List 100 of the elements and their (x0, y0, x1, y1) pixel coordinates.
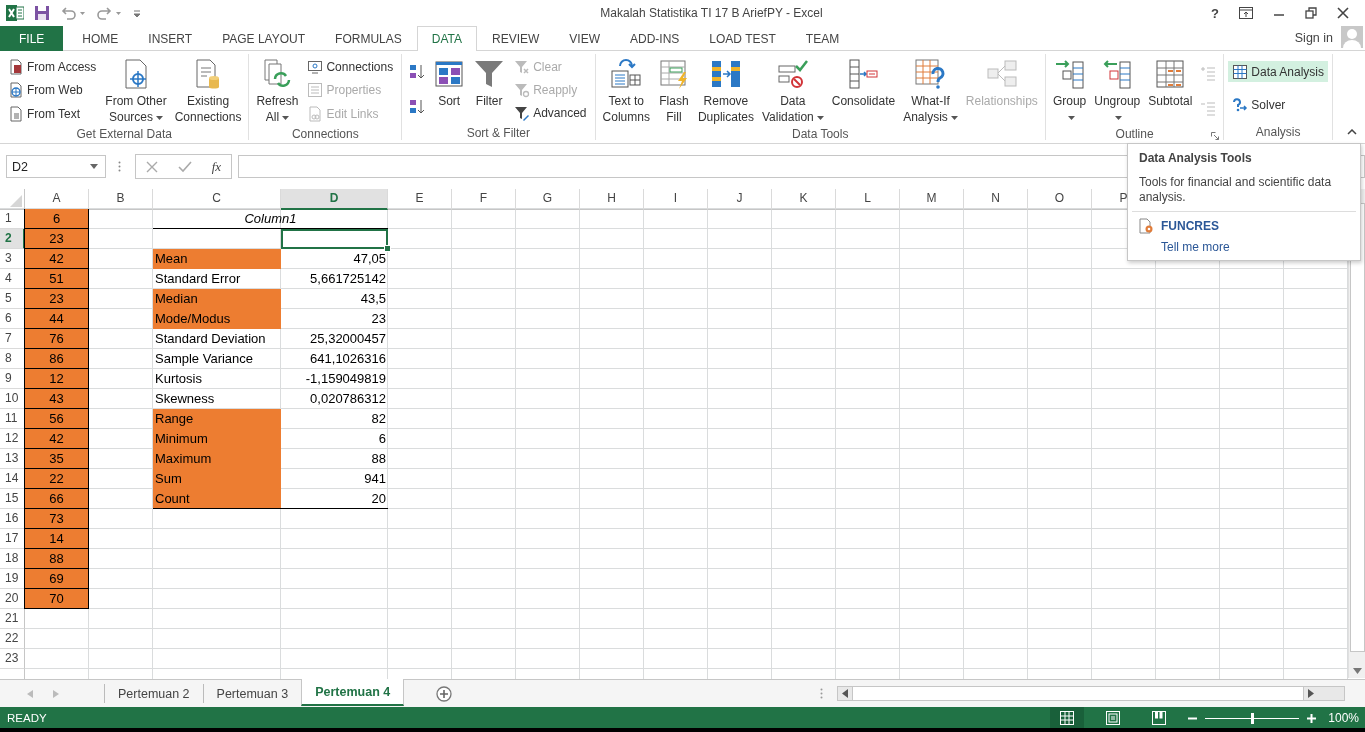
insert-function-button[interactable]: fx (211, 158, 222, 175)
table-cell: 76 (25, 329, 89, 349)
column-header[interactable]: N (964, 189, 1028, 210)
ribbon-button[interactable]: Solver (1228, 94, 1328, 116)
column-header[interactable]: F (452, 189, 516, 210)
add-sheet-icon[interactable] (436, 685, 453, 702)
view-button[interactable] (1050, 707, 1085, 728)
ribbon-button[interactable]: Refresh All (253, 56, 302, 127)
spreadsheet-logo-icon[interactable] (6, 4, 24, 22)
row-header[interactable]: 2 (0, 229, 25, 249)
help-button[interactable]: ? (1211, 5, 1219, 21)
ribbon-button[interactable]: Data Validation (758, 56, 827, 127)
group-label: Analysis (1255, 124, 1301, 139)
ribbon-tab[interactable]: FILE (0, 26, 64, 51)
ribbon-tab[interactable]: INSERT (133, 26, 208, 51)
dialog-launcher-icon[interactable] (1211, 132, 1220, 140)
column-header[interactable]: E (388, 189, 452, 210)
ribbon-button[interactable]: From Access (4, 56, 101, 78)
ribbon-button[interactable]: From Other Sources (102, 56, 170, 127)
save-icon[interactable] (34, 5, 50, 21)
table-cell-text: 641,1026316 (309, 350, 387, 368)
ribbon-button[interactable]: Connections (303, 56, 398, 78)
column-header[interactable]: I (644, 189, 708, 210)
ribbon-button[interactable]: Remove Duplicates (694, 56, 757, 127)
undo-icon[interactable] (60, 5, 86, 21)
sign-in-link[interactable]: Sign in (1286, 26, 1341, 50)
collapse-ribbon-icon[interactable] (1347, 129, 1357, 135)
ungroup-rows-icon (1101, 58, 1134, 90)
ribbon-button[interactable]: Subtotal (1145, 56, 1196, 111)
tell-me-more-link[interactable]: Tell me more (1128, 240, 1230, 254)
table-cell: 42 (25, 249, 89, 269)
sheet-tab[interactable]: Pertemuan 4 (301, 679, 405, 706)
lightning-table-icon (657, 58, 690, 90)
scroll-down-icon[interactable] (1352, 668, 1362, 674)
ribbon-button[interactable]: Sort (430, 56, 469, 111)
ribbon-button[interactable]: Advanced (510, 102, 591, 123)
sheet-tab[interactable]: Pertemuan 2 (104, 684, 203, 703)
ribbon-button[interactable]: Flash Fill (654, 56, 693, 127)
column-header[interactable]: B (89, 189, 153, 210)
check-icon[interactable] (177, 160, 192, 173)
zoom-level[interactable]: 100% (1328, 711, 1365, 725)
column-header[interactable]: M (900, 189, 964, 210)
ribbon-button[interactable]: Text to Columns (599, 56, 653, 127)
ribbon-tab[interactable]: HOME (67, 26, 134, 51)
link-page-icon (307, 106, 324, 123)
caret-icon (816, 115, 824, 120)
table-cell-text: Standard Deviation (154, 330, 267, 348)
ribbon-tab[interactable]: FORMULAS (320, 26, 417, 51)
row-header[interactable]: 21 (0, 609, 25, 629)
scroll-left-icon[interactable] (842, 689, 848, 698)
ribbon-button[interactable]: Group (1049, 56, 1090, 127)
table-cell: 69 (25, 569, 89, 589)
ribbon-button[interactable]: Existing Connections (171, 56, 245, 127)
column-arrow-icon (847, 58, 880, 90)
active-cell[interactable] (281, 229, 388, 249)
ribbon-button[interactable]: What-If Analysis (900, 56, 961, 127)
ribbon-tab[interactable]: ADD-INS (615, 26, 695, 51)
column-header[interactable]: K (772, 189, 836, 210)
name-box[interactable]: D2 (6, 155, 106, 178)
scroll-right-icon[interactable] (1308, 689, 1314, 698)
column-header[interactable]: J (708, 189, 772, 210)
table-cell: 12 (25, 369, 89, 389)
horizontal-scrollbar[interactable] (837, 686, 1345, 701)
funnel-pencil-icon (514, 104, 531, 121)
row-header[interactable]: 22 (0, 629, 25, 649)
ribbon-tab[interactable]: VIEW (554, 26, 615, 51)
ribbon-button[interactable]: From Text (4, 103, 101, 125)
row-header[interactable]: 23 (0, 649, 25, 669)
column-header[interactable]: L (836, 189, 900, 210)
ribbon-tab[interactable]: DATA (416, 26, 477, 51)
zoom-in-icon[interactable] (1307, 713, 1317, 723)
fill-handle[interactable] (384, 245, 391, 252)
close-icon[interactable] (1337, 7, 1349, 19)
ribbon-button[interactable]: Data Analysis (1228, 61, 1328, 83)
column-header[interactable]: H (580, 189, 644, 210)
slider-thumb[interactable] (1251, 712, 1255, 724)
redo-icon[interactable] (96, 5, 122, 21)
table-cell-text: 88 (370, 450, 387, 468)
restore-icon[interactable] (1305, 7, 1317, 19)
ribbon-display-icon[interactable] (1239, 7, 1253, 19)
ribbon-tab[interactable]: TEAM (790, 26, 855, 51)
ribbon-button[interactable]: Filter (470, 56, 509, 111)
column-header[interactable]: G (516, 189, 580, 210)
ribbon-tab[interactable]: LOAD TEST (694, 26, 791, 51)
ribbon-tab[interactable]: REVIEW (477, 26, 555, 51)
ribbon-button[interactable]: Ungroup (1091, 56, 1144, 127)
ribbon-tab[interactable]: PAGE LAYOUT (207, 26, 321, 51)
ribbon-button[interactable]: From Web (4, 80, 101, 101)
table-cell: 20 (281, 489, 388, 509)
column-header[interactable]: D (281, 189, 388, 210)
table-cell: 66 (25, 489, 89, 509)
sort-descending-icon (409, 97, 426, 116)
table-cell-text: Sample Variance (154, 350, 255, 368)
ribbon-button[interactable]: Consolidate (828, 56, 899, 111)
table-cell: Range (153, 409, 281, 429)
column-header[interactable]: O (1028, 189, 1092, 210)
group-label: Sort & Filter (466, 125, 531, 140)
scroll-thumb[interactable] (852, 687, 1304, 700)
gear-page-icon (1139, 218, 1155, 234)
table-cell: 22 (25, 469, 89, 489)
